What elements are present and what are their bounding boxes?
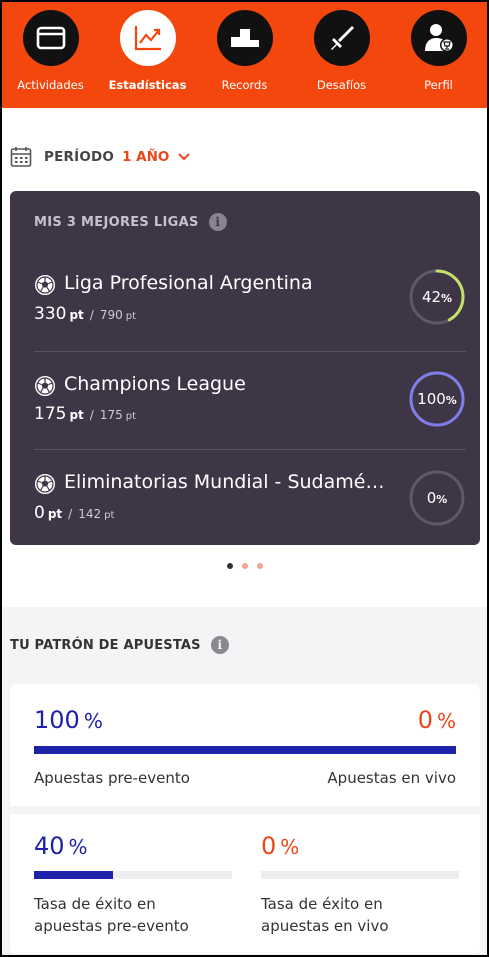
soccer-ball-icon xyxy=(35,376,55,396)
sword-icon xyxy=(313,10,370,66)
league-name: Eliminatorias Mundial - Sudamé… xyxy=(64,471,385,493)
points-total: 790 xyxy=(99,308,123,322)
points-value: 175 xyxy=(34,404,67,424)
live-success-label: Tasa de éxito en apuestas en vivo xyxy=(261,895,389,935)
podium-icon xyxy=(216,10,273,66)
points-total: 142 xyxy=(78,507,102,521)
nav-label: Perfil xyxy=(424,78,453,92)
chart-icon xyxy=(119,10,176,66)
league-name: Champions League xyxy=(64,373,246,395)
nav-item-perfil[interactable]: Perfil xyxy=(390,2,487,108)
info-icon[interactable]: i xyxy=(210,636,229,654)
period-selector[interactable]: PERÍODO 1 AÑO xyxy=(10,145,191,169)
points-total: 175 xyxy=(99,408,123,422)
league-points: 0 pt/142 pt xyxy=(34,503,115,523)
progress-ring-label: 0% xyxy=(426,489,448,507)
pre-event-label: Apuestas pre-evento xyxy=(34,769,190,787)
betting-pattern-title: TU PATRÓN DE APUESTAS i xyxy=(10,636,229,654)
points-unit: pt xyxy=(47,507,63,521)
carousel-dot[interactable] xyxy=(226,563,233,569)
soccer-ball-icon xyxy=(35,474,55,494)
pre-success-bar-fill xyxy=(34,871,114,879)
points-total-unit: pt xyxy=(125,311,137,322)
points-total-unit: pt xyxy=(104,510,115,521)
betting-pattern-section: TU PATRÓN DE APUESTAS i 100% 0% Apuestas… xyxy=(2,607,487,955)
activities-icon xyxy=(22,10,79,66)
pre-event-bar-fill xyxy=(34,746,456,754)
league-points: 175 pt/175 pt xyxy=(34,404,137,424)
chevron-down-icon xyxy=(178,153,191,161)
progress-ring-label: 100% xyxy=(417,390,457,408)
nav-item-actividades[interactable]: Actividades xyxy=(2,2,99,108)
pre-success-bar xyxy=(34,871,232,879)
card-divider xyxy=(10,806,480,814)
calendar-icon xyxy=(10,147,32,167)
pre-success-label: Tasa de éxito en apuestas pre-evento xyxy=(34,895,189,935)
live-success-bar xyxy=(261,871,459,879)
nav-item-desafios[interactable]: Desafíos xyxy=(293,2,390,108)
pre-success-percent: 40% xyxy=(34,832,88,860)
app-frame: Actividades Estadísticas Records Desafío… xyxy=(2,2,487,955)
betting-pattern-title-text: TU PATRÓN DE APUESTAS xyxy=(10,637,201,653)
nav-label: Actividades xyxy=(17,78,84,92)
carousel-dot[interactable] xyxy=(256,563,263,569)
top-leagues-card: MIS 3 MEJORES LIGAS i Liga Profesional A… xyxy=(10,191,480,545)
nav-label: Estadísticas xyxy=(108,78,187,92)
top-leagues-title-text: MIS 3 MEJORES LIGAS xyxy=(34,214,199,230)
league-name: Liga Profesional Argentina xyxy=(64,272,313,294)
nav-item-records[interactable]: Records xyxy=(196,2,293,108)
info-icon[interactable]: i xyxy=(208,213,227,231)
points-total-unit: pt xyxy=(125,411,137,422)
nav-item-estadisticas[interactable]: Estadísticas xyxy=(99,2,196,108)
top-navigation: Actividades Estadísticas Records Desafío… xyxy=(2,2,487,108)
progress-ring-label: 42% xyxy=(421,288,453,306)
soccer-ball-icon xyxy=(35,275,55,295)
betting-pattern-card: 100% 0% Apuestas pre-evento Apuestas en … xyxy=(10,684,480,954)
nav-label: Records xyxy=(221,78,268,92)
pre-event-percent: 100% xyxy=(34,706,103,734)
league-row[interactable]: Eliminatorias Mundial - Sudamé… 0 pt/142 p… xyxy=(34,449,466,547)
points-value: 0 xyxy=(34,503,45,523)
period-value: 1 AÑO xyxy=(122,149,170,165)
league-points: 330 pt/790 pt xyxy=(34,304,137,324)
points-unit: pt xyxy=(69,408,84,422)
profile-icon xyxy=(410,10,467,66)
carousel-dots xyxy=(2,563,487,569)
period-label: PERÍODO xyxy=(44,149,115,165)
points-unit: pt xyxy=(69,308,84,322)
live-success-percent: 0% xyxy=(261,832,300,860)
carousel-dot[interactable] xyxy=(241,563,248,569)
league-row[interactable]: Champions League 175 pt/175 pt 100% xyxy=(34,351,466,449)
live-label: Apuestas en vivo xyxy=(327,769,456,787)
nav-label: Desafíos xyxy=(316,78,367,92)
league-row[interactable]: Liga Profesional Argentina 330 pt/790 pt 4… xyxy=(34,254,466,352)
top-leagues-title: MIS 3 MEJORES LIGAS i xyxy=(34,213,227,231)
live-percent: 0% xyxy=(417,706,456,734)
points-value: 330 xyxy=(34,304,67,324)
pre-vs-live-bar xyxy=(34,746,456,754)
